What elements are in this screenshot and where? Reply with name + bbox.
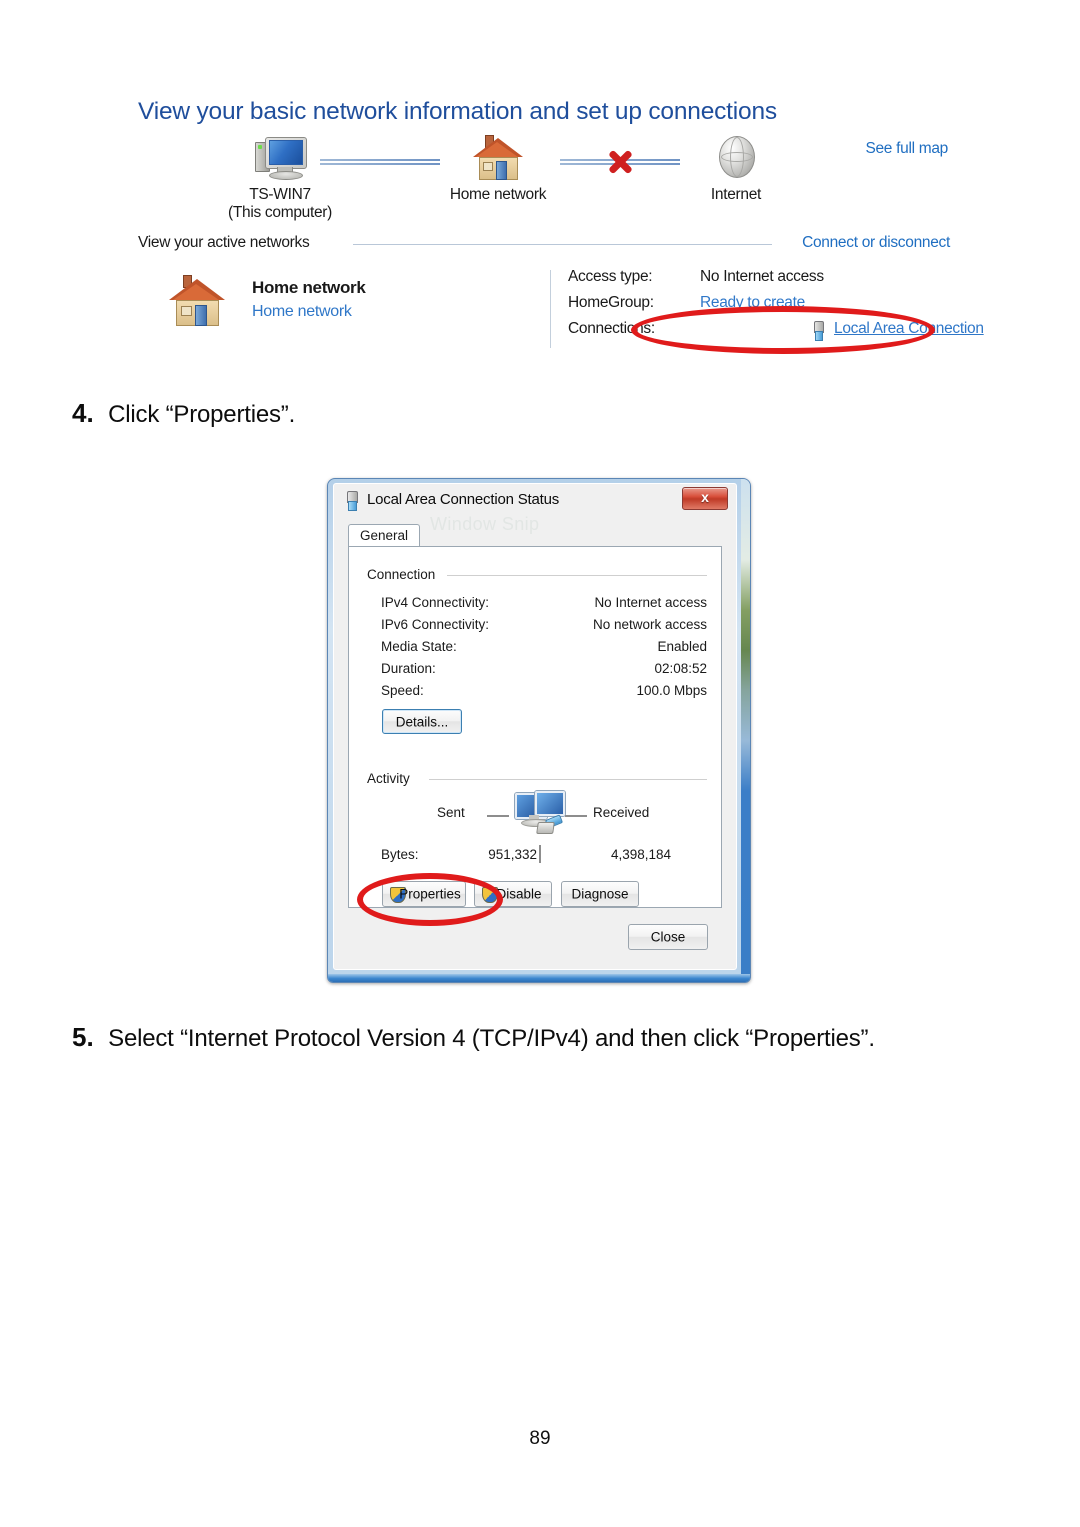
fact-key: HomeGroup: (568, 294, 654, 311)
bytes-received-value: 4,398,184 (610, 847, 671, 862)
received-dash (565, 815, 587, 817)
header-rule (353, 244, 772, 245)
close-icon[interactable]: x (682, 487, 728, 510)
bytes-separator (539, 845, 541, 863)
connect-or-disconnect-link[interactable]: Connect or disconnect (802, 234, 950, 252)
network-map: TS-WIN7 (This computer) Home network Int… (138, 134, 950, 224)
fact-key: Access type: (568, 268, 653, 285)
row-value: No Internet access (594, 595, 707, 610)
diagnose-button-label: Diagnose (571, 886, 629, 902)
vertical-divider (550, 270, 551, 348)
dialog-tabstrip: General (348, 524, 722, 548)
sent-dash (487, 815, 509, 817)
active-networks-label: View your active networks (138, 234, 310, 251)
row-value: Enabled (657, 639, 707, 654)
received-label: Received (593, 805, 650, 820)
row-key: Duration: (381, 661, 436, 676)
map-node-home-network[interactable]: Home network (438, 134, 558, 204)
annotation-ellipse-properties-button (357, 873, 503, 926)
dialog-titlebar[interactable]: Local Area Connection Status x (334, 484, 736, 517)
active-network-type-link[interactable]: Home network (252, 303, 352, 321)
map-node-label: Home network (449, 186, 547, 203)
dialog-title: Local Area Connection Status (367, 491, 560, 508)
map-node-sublabel: (This computer) (227, 204, 333, 221)
close-icon-glyph: x (701, 489, 709, 505)
diagnose-button[interactable]: Diagnose (561, 881, 639, 907)
map-node-computer[interactable]: TS-WIN7 (This computer) (220, 134, 340, 222)
row-key: Media State: (381, 639, 457, 654)
received-label-row: Received (593, 805, 663, 827)
bytes-received-row: 4,398,184 (589, 847, 671, 869)
row-speed: Speed: 100.0 Mbps (381, 683, 707, 705)
fact-value: No Internet access (700, 268, 824, 285)
group-rule (429, 779, 707, 780)
close-button[interactable]: Close (628, 924, 708, 950)
page-title: View your basic network information and … (138, 98, 777, 125)
bytes-sent-value: 951,332 (488, 847, 537, 862)
house-icon (168, 274, 226, 328)
close-button-label: Close (650, 929, 686, 945)
annotation-ellipse-local-area-connection (631, 306, 935, 354)
dialog-tabpane-general: Connection IPv4 Connectivity: No Interne… (348, 546, 722, 908)
bytes-label-row: Bytes: (381, 847, 431, 869)
page-number: 89 (529, 1428, 551, 1449)
active-network-icon-wrap (168, 274, 226, 328)
network-link-computer-home (320, 159, 440, 166)
dialog-frame-bottom-edge (328, 974, 750, 982)
row-ipv6-connectivity: IPv6 Connectivity: No network access (381, 617, 707, 639)
step-5: 5. Select “Internet Protocol Version 4 (… (72, 1022, 875, 1053)
activity-computers-icon (515, 791, 565, 835)
see-full-map-link[interactable]: See full map (865, 140, 948, 158)
map-node-internet[interactable]: Internet (676, 134, 796, 204)
details-button-label: Details... (395, 714, 449, 729)
map-node-label: Internet (710, 186, 762, 203)
row-value: 02:08:52 (654, 661, 707, 676)
row-key: Speed: (381, 683, 424, 698)
connection-group-label: Connection (367, 567, 436, 582)
row-value: No network access (592, 617, 707, 632)
row-duration: Duration: 02:08:52 (381, 661, 707, 683)
step-4: 4. Click “Properties”. (72, 398, 295, 429)
details-button[interactable]: Details... (382, 709, 462, 734)
lan-plug-icon (345, 491, 358, 511)
map-node-label: TS-WIN7 (249, 186, 311, 203)
row-media-state: Media State: Enabled (381, 639, 707, 661)
sent-label-row: Sent (437, 805, 483, 827)
sent-label: Sent (437, 805, 465, 820)
active-networks-header: View your active networks Connect or dis… (138, 234, 950, 254)
row-key: IPv6 Connectivity: (381, 617, 490, 632)
globe-icon (713, 134, 759, 182)
tab-general[interactable]: General (348, 524, 421, 548)
group-rule (447, 575, 707, 576)
step-text: Select “Internet Protocol Version 4 (TCP… (108, 1025, 875, 1052)
step-number: 5. (72, 1022, 94, 1052)
house-icon (472, 134, 524, 182)
dialog-frame-right-edge (741, 479, 750, 982)
row-key: IPv4 Connectivity: (381, 595, 490, 610)
row-value: 100.0 Mbps (636, 683, 707, 698)
red-x-icon (607, 149, 633, 175)
row-ipv4-connectivity: IPv4 Connectivity: No Internet access (381, 595, 707, 617)
activity-group-label: Activity (367, 771, 410, 786)
bytes-label: Bytes: (381, 847, 419, 862)
step-number: 4. (72, 398, 94, 428)
bytes-sent-row: 951,332 (467, 847, 537, 869)
computer-icon (253, 134, 307, 182)
step-text: Click “Properties”. (108, 401, 296, 428)
active-network-name: Home network (252, 278, 366, 297)
